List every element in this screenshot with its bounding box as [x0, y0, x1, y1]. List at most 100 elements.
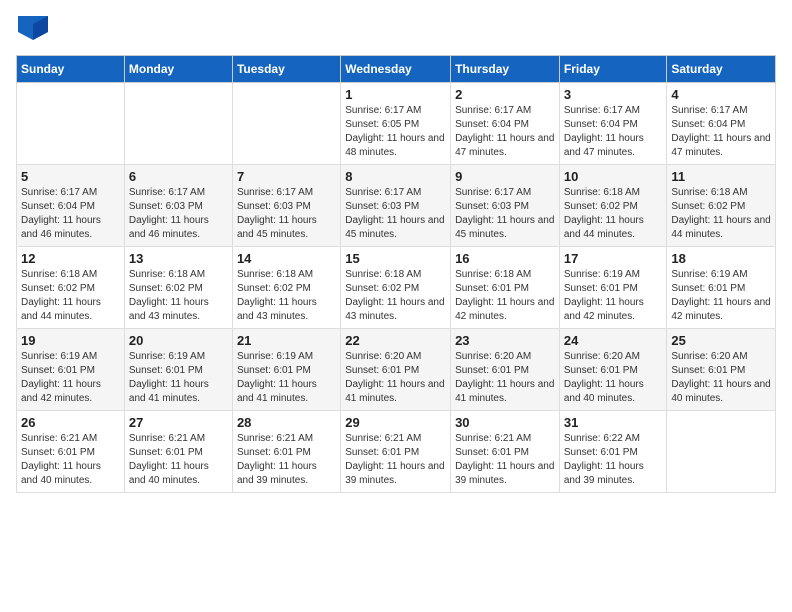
- day-cell: 29 Sunrise: 6:21 AMSunset: 6:01 PMDayligh…: [341, 411, 451, 493]
- day-cell: 17Sunrise: 6:19 AMSunset: 6:01 PMDayligh…: [559, 247, 667, 329]
- day-cell: 31 Sunrise: 6:22 AMSunset: 6:01 PMDayligh…: [559, 411, 667, 493]
- day-cell: 6 Sunrise: 6:17 AMSunset: 6:03 PMDaylight…: [124, 165, 232, 247]
- day-number: 7: [237, 169, 336, 184]
- day-number: 2: [455, 87, 555, 102]
- day-cell: 27 Sunrise: 6:21 AMSunset: 6:01 PMDayligh…: [124, 411, 232, 493]
- day-number: 19: [21, 333, 120, 348]
- day-number: 22: [345, 333, 446, 348]
- week-row-1: 1Sunrise: 6:17 AMSunset: 6:05 PMDaylight…: [17, 83, 776, 165]
- day-detail: Sunrise: 6:21 AMSunset: 6:01 PMDaylight:…: [129, 432, 228, 488]
- day-cell: [232, 83, 340, 165]
- header-wednesday: Wednesday: [341, 56, 451, 83]
- day-detail: Sunrise: 6:17 AMSunset: 6:04 PMDaylight:…: [564, 104, 663, 160]
- day-cell: 14 Sunrise: 6:18 AMSunset: 6:02 PMDayligh…: [232, 247, 340, 329]
- day-detail: Sunrise: 6:17 AMSunset: 6:04 PMDaylight:…: [21, 186, 120, 242]
- day-cell: 15 Sunrise: 6:18 AMSunset: 6:02 PMDayligh…: [341, 247, 451, 329]
- day-number: 31: [564, 415, 663, 430]
- day-detail: Sunrise: 6:18 AMSunset: 6:02 PMDaylight:…: [345, 268, 446, 324]
- day-cell: 25 Sunrise: 6:20 AMSunset: 6:01 PMDayligh…: [667, 329, 776, 411]
- day-number: 23: [455, 333, 555, 348]
- day-number: 29: [345, 415, 446, 430]
- day-detail: Sunrise: 6:21 AMSunset: 6:01 PMDaylight:…: [21, 432, 120, 488]
- day-detail: Sunrise: 6:19 AMSunset: 6:01 PMDaylight:…: [21, 350, 120, 406]
- day-number: 25: [671, 333, 771, 348]
- day-cell: [667, 411, 776, 493]
- header-sunday: Sunday: [17, 56, 125, 83]
- day-cell: 22 Sunrise: 6:20 AMSunset: 6:01 PMDayligh…: [341, 329, 451, 411]
- logo: [16, 16, 48, 45]
- day-detail: Sunrise: 6:18 AMSunset: 6:02 PMDaylight:…: [671, 186, 771, 242]
- day-number: 5: [21, 169, 120, 184]
- day-number: 1: [345, 87, 446, 102]
- header-saturday: Saturday: [667, 56, 776, 83]
- day-cell: 16 Sunrise: 6:18 AMSunset: 6:01 PMDayligh…: [451, 247, 560, 329]
- day-detail: Sunrise: 6:17 AMSunset: 6:04 PMDaylight:…: [455, 104, 555, 160]
- week-row-4: 19 Sunrise: 6:19 AMSunset: 6:01 PMDayligh…: [17, 329, 776, 411]
- day-cell: [124, 83, 232, 165]
- day-detail: Sunrise: 6:18 AMSunset: 6:01 PMDaylight:…: [455, 268, 555, 324]
- day-detail: Sunrise: 6:19 AMSunset: 6:01 PMDaylight:…: [671, 268, 771, 324]
- logo-icon: [18, 16, 48, 40]
- day-number: 13: [129, 251, 228, 266]
- day-cell: [17, 83, 125, 165]
- day-number: 26: [21, 415, 120, 430]
- day-cell: 5 Sunrise: 6:17 AMSunset: 6:04 PMDaylight…: [17, 165, 125, 247]
- logo-text: [16, 16, 48, 45]
- day-number: 6: [129, 169, 228, 184]
- header-monday: Monday: [124, 56, 232, 83]
- day-detail: Sunrise: 6:22 AMSunset: 6:01 PMDaylight:…: [564, 432, 663, 488]
- day-detail: Sunrise: 6:21 AMSunset: 6:01 PMDaylight:…: [345, 432, 446, 488]
- header-thursday: Thursday: [451, 56, 560, 83]
- day-cell: 19 Sunrise: 6:19 AMSunset: 6:01 PMDayligh…: [17, 329, 125, 411]
- day-number: 3: [564, 87, 663, 102]
- day-number: 11: [671, 169, 771, 184]
- day-cell: 7Sunrise: 6:17 AMSunset: 6:03 PMDaylight…: [232, 165, 340, 247]
- day-number: 16: [455, 251, 555, 266]
- day-number: 4: [671, 87, 771, 102]
- week-row-2: 5 Sunrise: 6:17 AMSunset: 6:04 PMDaylight…: [17, 165, 776, 247]
- day-cell: 21Sunrise: 6:19 AMSunset: 6:01 PMDayligh…: [232, 329, 340, 411]
- day-cell: 3 Sunrise: 6:17 AMSunset: 6:04 PMDaylight…: [559, 83, 667, 165]
- day-cell: 13 Sunrise: 6:18 AMSunset: 6:02 PMDayligh…: [124, 247, 232, 329]
- day-cell: 8Sunrise: 6:17 AMSunset: 6:03 PMDaylight…: [341, 165, 451, 247]
- day-cell: 12Sunrise: 6:18 AMSunset: 6:02 PMDayligh…: [17, 247, 125, 329]
- day-detail: Sunrise: 6:18 AMSunset: 6:02 PMDaylight:…: [564, 186, 663, 242]
- day-number: 24: [564, 333, 663, 348]
- day-detail: Sunrise: 6:21 AMSunset: 6:01 PMDaylight:…: [237, 432, 336, 488]
- day-detail: Sunrise: 6:18 AMSunset: 6:02 PMDaylight:…: [237, 268, 336, 324]
- day-number: 18: [671, 251, 771, 266]
- day-cell: 26 Sunrise: 6:21 AMSunset: 6:01 PMDayligh…: [17, 411, 125, 493]
- day-cell: 30Sunrise: 6:21 AMSunset: 6:01 PMDayligh…: [451, 411, 560, 493]
- day-cell: 18 Sunrise: 6:19 AMSunset: 6:01 PMDayligh…: [667, 247, 776, 329]
- day-cell: 10 Sunrise: 6:18 AMSunset: 6:02 PMDayligh…: [559, 165, 667, 247]
- day-number: 9: [455, 169, 555, 184]
- day-detail: Sunrise: 6:19 AMSunset: 6:01 PMDaylight:…: [129, 350, 228, 406]
- week-row-5: 26 Sunrise: 6:21 AMSunset: 6:01 PMDayligh…: [17, 411, 776, 493]
- day-detail: Sunrise: 6:17 AMSunset: 6:03 PMDaylight:…: [129, 186, 228, 242]
- day-detail: Sunrise: 6:20 AMSunset: 6:01 PMDaylight:…: [345, 350, 446, 406]
- day-number: 28: [237, 415, 336, 430]
- header-tuesday: Tuesday: [232, 56, 340, 83]
- day-detail: Sunrise: 6:20 AMSunset: 6:01 PMDaylight:…: [671, 350, 771, 406]
- day-detail: Sunrise: 6:17 AMSunset: 6:03 PMDaylight:…: [345, 186, 446, 242]
- day-detail: Sunrise: 6:17 AMSunset: 6:04 PMDaylight:…: [671, 104, 771, 160]
- week-row-3: 12 Sunrise: 6:18 AMSunset: 6:02 PMDayligh…: [17, 247, 776, 329]
- day-number: 10: [564, 169, 663, 184]
- day-detail: Sunrise: 6:19 AMSunset: 6:01 PMDaylight:…: [237, 350, 336, 406]
- day-detail: Sunrise: 6:19 AMSunset: 6:01 PMDaylight:…: [564, 268, 663, 324]
- day-number: 20: [129, 333, 228, 348]
- day-number: 15: [345, 251, 446, 266]
- day-cell: 23Sunrise: 6:20 AMSunset: 6:01 PMDayligh…: [451, 329, 560, 411]
- day-number: 27: [129, 415, 228, 430]
- day-cell: 11 Sunrise: 6:18 AMSunset: 6:02 PMDayligh…: [667, 165, 776, 247]
- calendar-header-row: SundayMondayTuesdayWednesdayThursdayFrid…: [17, 56, 776, 83]
- day-detail: Sunrise: 6:18 AMSunset: 6:02 PMDaylight:…: [129, 268, 228, 324]
- calendar-table: SundayMondayTuesdayWednesdayThursdayFrid…: [16, 55, 776, 493]
- day-cell: 24Sunrise: 6:20 AMSunset: 6:01 PMDayligh…: [559, 329, 667, 411]
- day-cell: 1Sunrise: 6:17 AMSunset: 6:05 PMDaylight…: [341, 83, 451, 165]
- day-number: 12: [21, 251, 120, 266]
- header-friday: Friday: [559, 56, 667, 83]
- day-cell: 4 Sunrise: 6:17 AMSunset: 6:04 PMDaylight…: [667, 83, 776, 165]
- day-number: 14: [237, 251, 336, 266]
- day-detail: Sunrise: 6:21 AMSunset: 6:01 PMDaylight:…: [455, 432, 555, 488]
